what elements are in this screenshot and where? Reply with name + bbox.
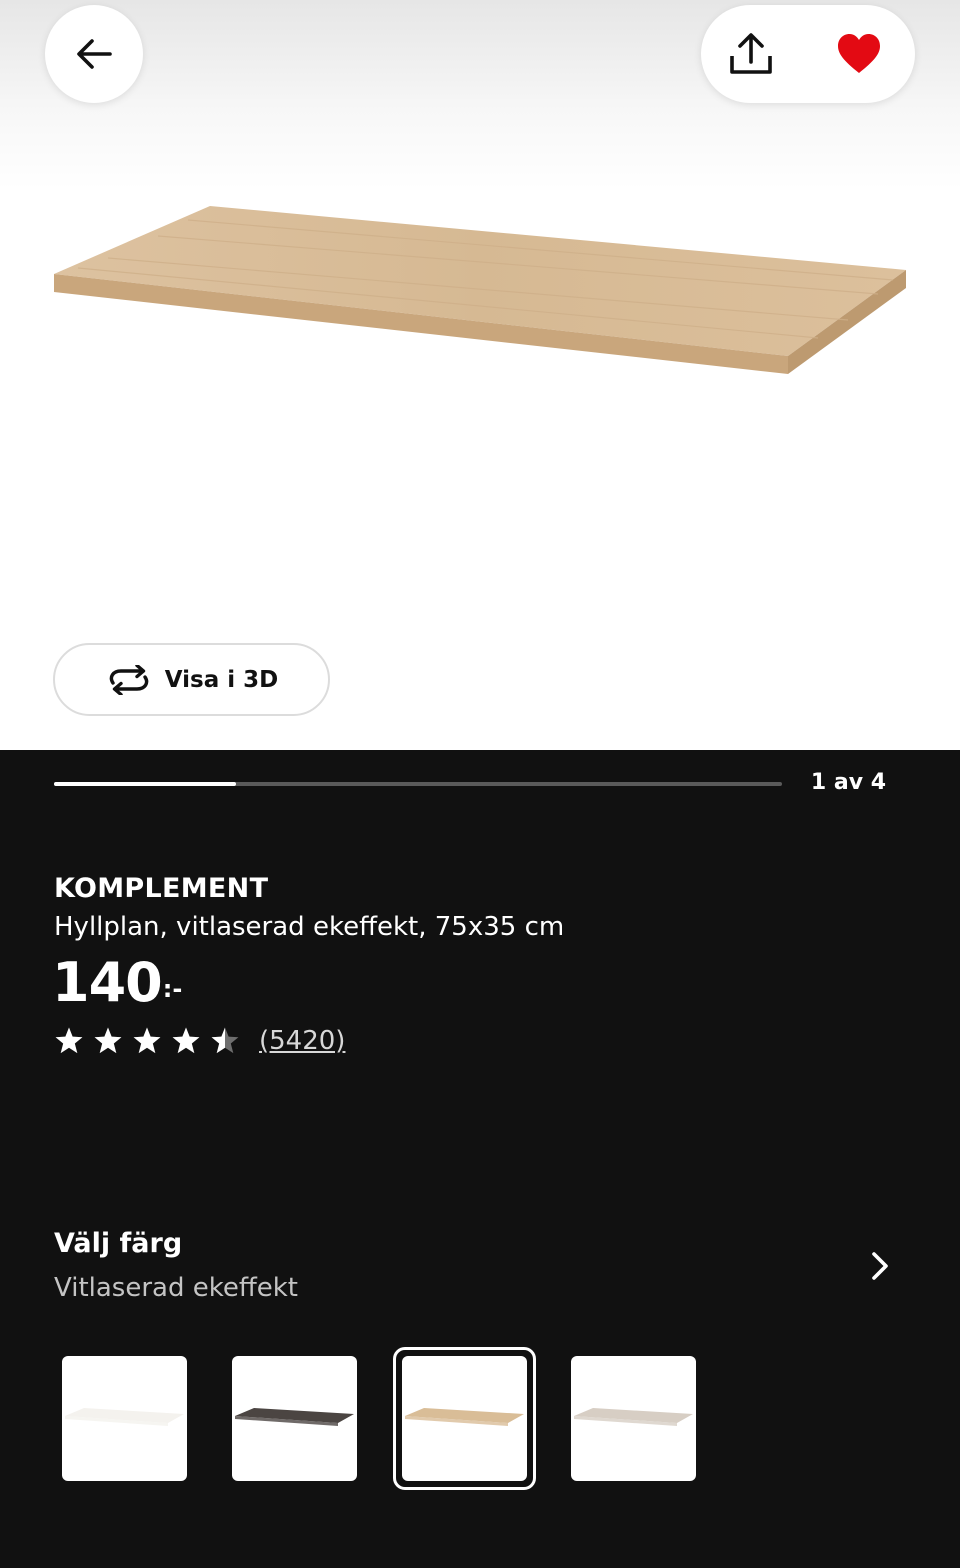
price-integer: 140 [52, 951, 163, 1014]
heart-icon [838, 34, 880, 73]
color-swatch-light-beige[interactable] [571, 1356, 696, 1481]
swatch-shelf-image [574, 1408, 693, 1426]
back-button[interactable] [45, 5, 143, 103]
carousel-progress [54, 782, 782, 786]
carousel-counter: 1 av 4 [810, 770, 886, 795]
price-suffix: :- [162, 975, 183, 1003]
star-half-icon [211, 1027, 239, 1054]
color-swatch-black-brown[interactable] [232, 1356, 357, 1481]
product-image [54, 206, 906, 374]
view-3d-label: Visa i 3D [164, 666, 279, 693]
view-3d-button[interactable]: Visa i 3D [53, 643, 330, 716]
rotate-icon [109, 664, 149, 695]
color-swatch-white[interactable] [62, 1356, 187, 1481]
star-full-icon [94, 1027, 122, 1054]
swatch-shelf-image [65, 1408, 184, 1426]
favorite-button[interactable] [831, 26, 887, 82]
product-name: KOMPLEMENT [54, 873, 269, 904]
review-count-link[interactable]: (5420) [259, 1026, 345, 1056]
product-price: 140 :- [52, 950, 182, 1016]
swatch-shelf-image [405, 1408, 524, 1426]
arrow-left-icon [77, 39, 112, 69]
swatch-shelf-image [235, 1408, 354, 1426]
star-full-icon [133, 1027, 161, 1054]
color-swatch-white-stained-oak[interactable] [402, 1356, 527, 1481]
product-description: Hyllplan, vitlaserad ekeffekt, 75x35 cm [54, 912, 565, 942]
share-button[interactable] [723, 26, 779, 82]
share-icon [730, 33, 772, 74]
carousel-progress-fill [54, 782, 236, 786]
selected-color-label: Vitlaserad ekeffekt [54, 1273, 299, 1303]
star-full-icon [172, 1027, 200, 1054]
rating-row[interactable]: (5420) [54, 1026, 345, 1056]
chevron-right-icon[interactable] [862, 1248, 898, 1284]
color-picker-heading[interactable]: Välj färg [54, 1228, 182, 1259]
product-image-area[interactable]: Visa i 3D [0, 0, 960, 750]
actions-pill [701, 5, 915, 103]
star-full-icon [55, 1027, 83, 1054]
rating-stars [54, 1026, 240, 1056]
